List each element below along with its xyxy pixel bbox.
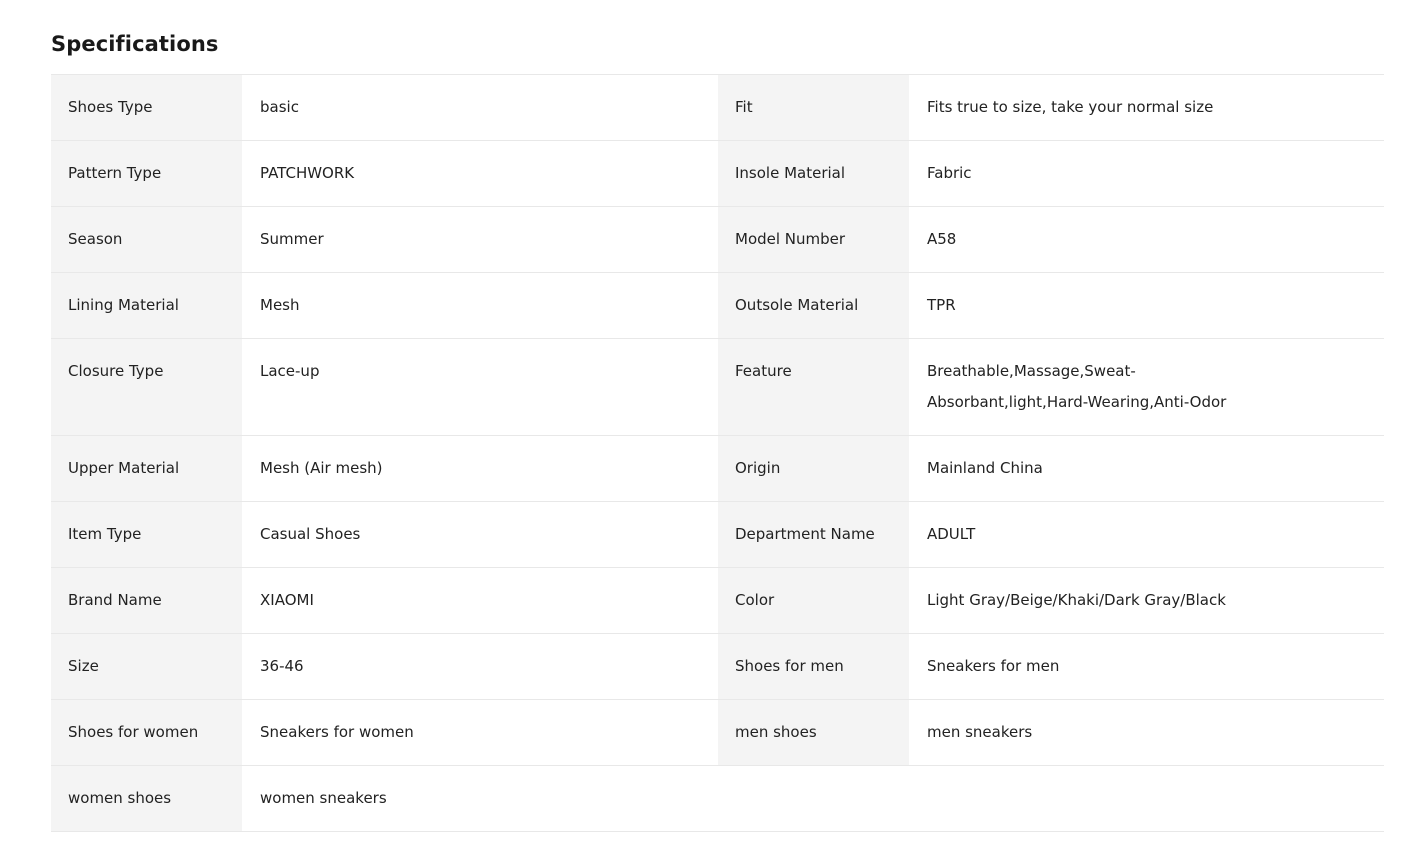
spec-value-color: Light Gray/Beige/Khaki/Dark Gray/Black	[909, 568, 1384, 633]
spec-name-fit: Fit	[718, 75, 909, 140]
spec-value-insole-material: Fabric	[909, 141, 1384, 206]
spec-empty-value-cell	[909, 766, 1384, 831]
spec-name-item-type: Item Type	[51, 502, 242, 567]
spec-name-shoes-type: Shoes Type	[51, 75, 242, 140]
spec-name-color: Color	[718, 568, 909, 633]
spec-row: Closure Type Lace-up Feature Breathable,…	[51, 339, 1384, 436]
spec-row: Season Summer Model Number A58	[51, 207, 1384, 273]
spec-row: Size 36-46 Shoes for men Sneakers for me…	[51, 634, 1384, 700]
spec-value-origin: Mainland China	[909, 436, 1384, 501]
spec-value-shoes-type: basic	[242, 75, 718, 140]
spec-value-women-shoes: women sneakers	[242, 766, 718, 831]
spec-value-shoes-for-men: Sneakers for men	[909, 634, 1384, 699]
spec-name-shoes-for-men: Shoes for men	[718, 634, 909, 699]
spec-name-insole-material: Insole Material	[718, 141, 909, 206]
spec-row: Shoes Type basic Fit Fits true to size, …	[51, 75, 1384, 141]
spec-value-closure-type: Lace-up	[242, 339, 718, 435]
spec-name-lining-material: Lining Material	[51, 273, 242, 338]
spec-row: Upper Material Mesh (Air mesh) Origin Ma…	[51, 436, 1384, 502]
spec-value-brand-name: XIAOMI	[242, 568, 718, 633]
specifications-table: Shoes Type basic Fit Fits true to size, …	[51, 74, 1384, 832]
spec-value-size: 36-46	[242, 634, 718, 699]
spec-name-pattern-type: Pattern Type	[51, 141, 242, 206]
spec-name-outsole-material: Outsole Material	[718, 273, 909, 338]
spec-value-men-shoes: men sneakers	[909, 700, 1384, 765]
spec-value-season: Summer	[242, 207, 718, 272]
specifications-title: Specifications	[51, 32, 219, 56]
spec-row: Pattern Type PATCHWORK Insole Material F…	[51, 141, 1384, 207]
spec-name-men-shoes: men shoes	[718, 700, 909, 765]
spec-value-department-name: ADULT	[909, 502, 1384, 567]
spec-value-item-type: Casual Shoes	[242, 502, 718, 567]
spec-value-lining-material: Mesh	[242, 273, 718, 338]
spec-name-women-shoes: women shoes	[51, 766, 242, 831]
spec-value-model-number: A58	[909, 207, 1384, 272]
spec-row: Brand Name XIAOMI Color Light Gray/Beige…	[51, 568, 1384, 634]
spec-value-shoes-for-women: Sneakers for women	[242, 700, 718, 765]
spec-value-fit: Fits true to size, take your normal size	[909, 75, 1384, 140]
spec-row: Lining Material Mesh Outsole Material TP…	[51, 273, 1384, 339]
spec-name-closure-type: Closure Type	[51, 339, 242, 435]
spec-name-department-name: Department Name	[718, 502, 909, 567]
spec-value-feature: Breathable,Massage,Sweat-Absorbant,light…	[909, 339, 1384, 435]
spec-value-pattern-type: PATCHWORK	[242, 141, 718, 206]
spec-name-feature: Feature	[718, 339, 909, 435]
spec-name-model-number: Model Number	[718, 207, 909, 272]
spec-name-season: Season	[51, 207, 242, 272]
spec-name-brand-name: Brand Name	[51, 568, 242, 633]
spec-value-outsole-material: TPR	[909, 273, 1384, 338]
spec-name-size: Size	[51, 634, 242, 699]
spec-value-upper-material: Mesh (Air mesh)	[242, 436, 718, 501]
spec-name-shoes-for-women: Shoes for women	[51, 700, 242, 765]
spec-row: Shoes for women Sneakers for women men s…	[51, 700, 1384, 766]
spec-empty-name-cell	[718, 766, 909, 831]
spec-name-origin: Origin	[718, 436, 909, 501]
spec-row: Item Type Casual Shoes Department Name A…	[51, 502, 1384, 568]
spec-row: women shoes women sneakers	[51, 766, 1384, 832]
spec-name-upper-material: Upper Material	[51, 436, 242, 501]
